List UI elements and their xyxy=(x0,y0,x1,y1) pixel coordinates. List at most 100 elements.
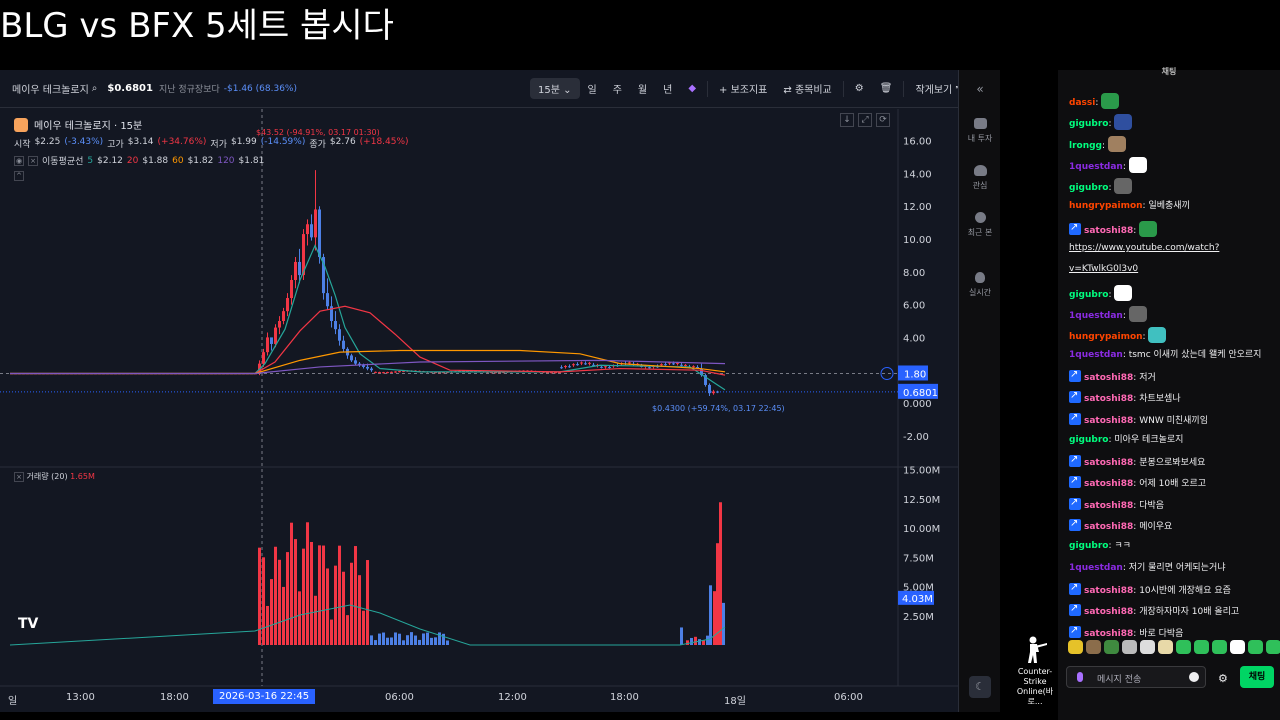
emote-icon[interactable] xyxy=(1176,640,1191,654)
chat-username[interactable]: gigubro xyxy=(1069,183,1108,193)
emote-icon[interactable] xyxy=(1212,640,1227,654)
interval-month[interactable]: 월 xyxy=(630,78,655,99)
price-chart[interactable]: 16.0014.0012.0010.008.006.004.002.000.00… xyxy=(0,109,958,712)
emote-icon[interactable] xyxy=(1122,640,1137,654)
interval-day[interactable]: 일 xyxy=(580,78,605,99)
dark-mode-icon[interactable]: ☾ xyxy=(959,676,1001,698)
rail-watchlist[interactable]: 관심 xyxy=(959,165,1001,191)
candle-body xyxy=(564,366,567,368)
emoji-icon[interactable] xyxy=(1189,672,1199,682)
chart-main[interactable]: 16.0014.0012.0010.008.006.004.002.000.00… xyxy=(0,109,958,712)
rail-my-invest[interactable]: 내 투자 xyxy=(959,118,1001,144)
compare-button[interactable]: ⇄ 종목비교 xyxy=(775,78,839,99)
chat-username[interactable]: hungrypaimon xyxy=(1069,201,1143,211)
chat-username[interactable]: satoshi88 xyxy=(1084,629,1133,639)
chart-type-icon[interactable]: ◆ xyxy=(680,80,704,97)
chat-username[interactable]: gigubro xyxy=(1069,435,1108,445)
price-tick-label: -2.00 xyxy=(903,432,929,443)
scroll-down-icon[interactable]: ↓ xyxy=(840,113,854,127)
chat-username[interactable]: lrongg xyxy=(1069,141,1102,151)
indicators-button[interactable]: + 보조지표 xyxy=(711,78,775,99)
chat-settings-gear-icon[interactable]: ⚙ xyxy=(1218,672,1228,685)
chat-text: 다박음 xyxy=(1139,500,1165,511)
volume-bar xyxy=(382,632,385,645)
refresh-icon[interactable]: ⟳ xyxy=(876,113,890,127)
emote-icon[interactable] xyxy=(1230,640,1245,654)
chat-input[interactable]: 메시지 전송 xyxy=(1066,666,1206,688)
chat-username[interactable]: gigubro xyxy=(1069,119,1108,129)
rail-recent[interactable]: 최근 본 xyxy=(959,212,1001,238)
chat-username[interactable]: 1questdan xyxy=(1069,162,1123,172)
candle-body xyxy=(394,371,397,373)
soldier-icon xyxy=(1022,635,1048,665)
collapse-rail-icon[interactable]: « xyxy=(959,82,1001,96)
chat-text[interactable]: https://www.youtube.com/watch? xyxy=(1069,243,1219,253)
emote-icon[interactable] xyxy=(1266,640,1280,654)
price-tick-label: 16.00 xyxy=(903,137,932,148)
close-icon[interactable]: × xyxy=(14,472,24,482)
candle-body xyxy=(306,224,309,235)
volume-bar xyxy=(694,636,697,645)
rail-realtime[interactable]: 실시간 xyxy=(959,272,1001,298)
chat-text[interactable]: v=KTwlkG0l3v0 xyxy=(1069,264,1138,274)
emote-icon[interactable] xyxy=(1086,640,1101,654)
chat-username[interactable]: satoshi88 xyxy=(1084,394,1133,404)
chat-username[interactable]: dassi xyxy=(1069,98,1095,108)
chat-username[interactable]: hungrypaimon xyxy=(1069,332,1143,342)
close-icon[interactable]: × xyxy=(28,155,38,166)
collapse-icon[interactable]: ^ xyxy=(14,171,24,181)
price-tick-label: 14.00 xyxy=(903,169,932,180)
chat-username[interactable]: satoshi88 xyxy=(1084,458,1133,468)
small-view-button[interactable]: 작게보기 ⤡ xyxy=(907,78,958,99)
eye-icon[interactable]: ◉ xyxy=(14,155,24,166)
chat-send-button[interactable]: 채팅 xyxy=(1240,666,1274,688)
volume-bar xyxy=(378,633,381,645)
emote-icon[interactable] xyxy=(1104,640,1119,654)
emote-icon[interactable] xyxy=(1068,640,1083,654)
chat-header: 채팅 xyxy=(1161,67,1177,76)
settings-gear-icon[interactable]: ⚙ xyxy=(847,80,872,97)
chat-username[interactable]: 1questdan xyxy=(1069,350,1123,360)
expand-icon[interactable]: ⤢ xyxy=(858,113,872,127)
emote-icon[interactable] xyxy=(1248,640,1263,654)
chat-panel: 채팅 dassi: gigubro: lrongg: 1questdan: gi… xyxy=(1058,67,1280,720)
chat-username[interactable]: 1questdan xyxy=(1069,563,1123,573)
symbol-search[interactable]: 메이우 테크놀로지 ⌕ xyxy=(12,81,97,96)
chat-username[interactable]: satoshi88 xyxy=(1084,416,1133,426)
interval-dropdown[interactable]: 15분 ⌄ xyxy=(530,78,580,99)
chat-username[interactable]: satoshi88 xyxy=(1084,501,1133,511)
emote-icon[interactable] xyxy=(1194,640,1209,654)
chat-username[interactable]: satoshi88 xyxy=(1084,479,1133,489)
chat-username[interactable]: satoshi88 xyxy=(1084,522,1133,532)
mic-icon[interactable] xyxy=(1077,672,1083,682)
interval-week[interactable]: 주 xyxy=(605,78,630,99)
candle-body xyxy=(354,360,357,364)
game-category[interactable]: Counter-Strike Online(바로... xyxy=(1010,635,1060,707)
chat-username[interactable]: gigubro xyxy=(1069,541,1108,551)
chat-username[interactable]: satoshi88 xyxy=(1084,607,1133,617)
emote-icon[interactable] xyxy=(1140,640,1155,654)
volume-bar xyxy=(394,632,397,645)
volume-bar xyxy=(398,633,401,645)
volume-bar xyxy=(306,522,309,645)
chat-username[interactable]: 1questdan xyxy=(1069,311,1123,321)
candle-body xyxy=(374,371,377,373)
chat-username[interactable]: satoshi88 xyxy=(1084,226,1133,236)
side-rail: « 내 투자 관심 최근 본 실시간 ☾ xyxy=(958,70,1000,712)
volume-bar xyxy=(258,547,261,645)
subscriber-badge-icon xyxy=(1069,496,1081,510)
interval-year[interactable]: 년 xyxy=(655,78,680,99)
chat-username[interactable]: gigubro xyxy=(1069,290,1108,300)
chat-username[interactable]: satoshi88 xyxy=(1084,373,1133,383)
volume-bar xyxy=(354,546,357,645)
candle-body xyxy=(664,364,667,366)
chat-username[interactable]: satoshi88 xyxy=(1084,586,1133,596)
ohlc-row: 시작 $2.25 (-3.43%) 고가 $3.14 (+34.76%) 저가 $1.99… xyxy=(14,137,409,150)
candle-body xyxy=(672,363,675,365)
chat-message: satoshi88: 어제 10배 오르고 xyxy=(1069,474,1280,491)
emote-icon[interactable] xyxy=(1158,640,1173,654)
volume-bar xyxy=(426,632,429,645)
volume-bar xyxy=(270,579,273,645)
trash-icon[interactable]: 🗑 xyxy=(872,80,901,97)
chat-message: gigubro: 미아우 테크놀로지 xyxy=(1069,434,1280,447)
